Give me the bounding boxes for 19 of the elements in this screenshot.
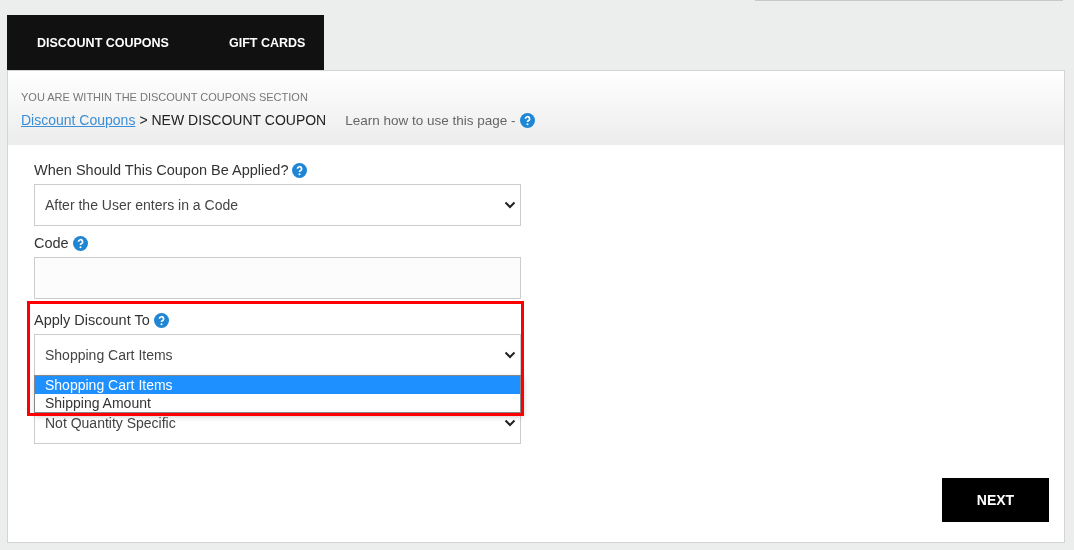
dropdown[interactable]: After the User enters in a Code: [34, 184, 521, 226]
field-label: When Should This Coupon Be Applied?: [34, 162, 289, 178]
field-label: Code: [34, 235, 69, 251]
field-label: Apply Discount To: [34, 312, 150, 328]
next-button[interactable]: NEXT: [942, 478, 1049, 522]
dropdown[interactable]: Shopping Cart Items: [34, 334, 521, 376]
help-icon[interactable]: [72, 235, 88, 251]
dropdown-option[interactable]: Shipping Amount: [35, 394, 520, 412]
tab[interactable]: GIFT CARDS: [198, 15, 336, 70]
breadcrumb-current: > NEW DISCOUNT COUPON: [139, 112, 327, 128]
tab[interactable]: DISCOUNT COUPONS: [7, 15, 199, 70]
section-note: YOU ARE WITHIN THE DISCOUNT COUPONS SECTION: [21, 91, 309, 103]
chevron-down-icon: [504, 351, 516, 359]
help-icon[interactable]: [153, 312, 169, 328]
help-icon[interactable]: [519, 112, 535, 128]
help-text: Learn how to use this page -: [345, 112, 516, 128]
chevron-down-icon: [504, 201, 516, 209]
chevron-down-icon: [504, 419, 516, 427]
help-icon[interactable]: [292, 162, 308, 178]
